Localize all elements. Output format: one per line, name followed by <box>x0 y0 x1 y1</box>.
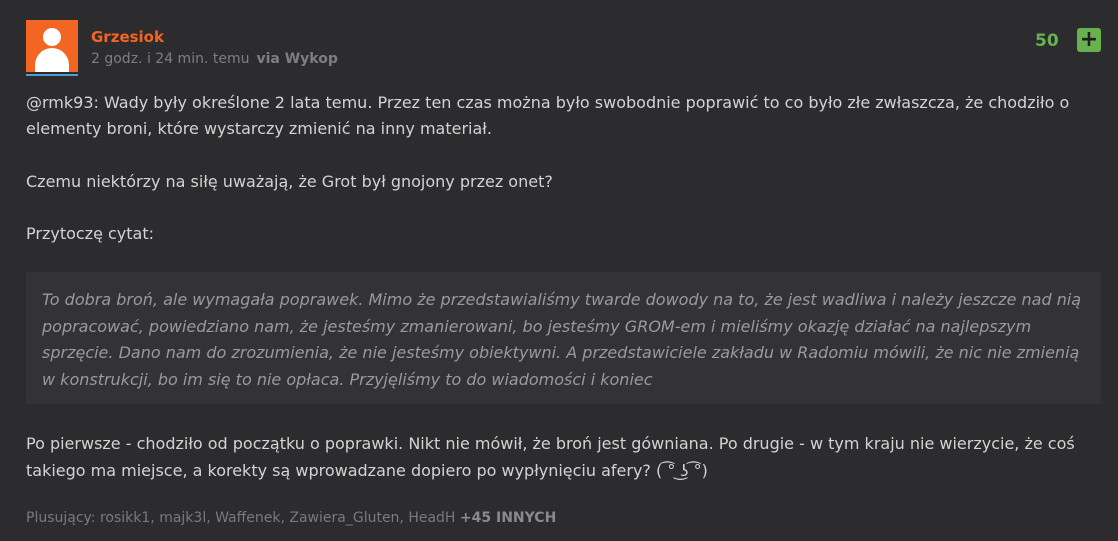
paragraph-4: Po pierwsze - chodziło od początku o pop… <box>26 434 1075 480</box>
quote-text: To dobra broń, ale wymagała poprawek. Mi… <box>42 290 1082 389</box>
plus-button[interactable]: + <box>1077 28 1101 52</box>
paragraph-3: Przytoczę cytat: <box>26 224 155 243</box>
entry-meta: 2 godz. i 24 min. temu via Wykop <box>91 51 338 67</box>
paragraph-2: Czemu niektórzy na siłę uważają, że Grot… <box>26 172 553 191</box>
entry-via[interactable]: via Wykop <box>256 51 337 67</box>
default-user-avatar-icon <box>26 20 78 72</box>
paragraph-1-text: : Wady były określone 2 lata temu. Przez… <box>26 93 1070 138</box>
blockquote: To dobra broń, ale wymagała poprawek. Mi… <box>26 272 1101 404</box>
entry-time[interactable]: 2 godz. i 24 min. temu <box>91 51 249 67</box>
entry-card: Grzesiok 2 godz. i 24 min. temu via Wykop… <box>0 0 1118 541</box>
author-name[interactable]: Grzesiok <box>91 28 164 46</box>
voters-more-link[interactable]: +45 INNYCH <box>460 510 556 526</box>
avatar-gender-bar <box>26 74 78 76</box>
paragraph-1: @rmk93: Wady były określone 2 lata temu.… <box>26 90 1096 142</box>
avatar[interactable] <box>26 20 78 78</box>
plus-icon: + <box>1079 27 1099 52</box>
user-mention-link[interactable]: @rmk93 <box>26 93 94 112</box>
voters-names[interactable]: Plusujący: rosikk1, majk3l, Waffenek, Za… <box>26 510 455 526</box>
voters-list: Plusujący: rosikk1, majk3l, Waffenek, Za… <box>26 510 556 526</box>
vote-count: 50 <box>1035 31 1059 51</box>
